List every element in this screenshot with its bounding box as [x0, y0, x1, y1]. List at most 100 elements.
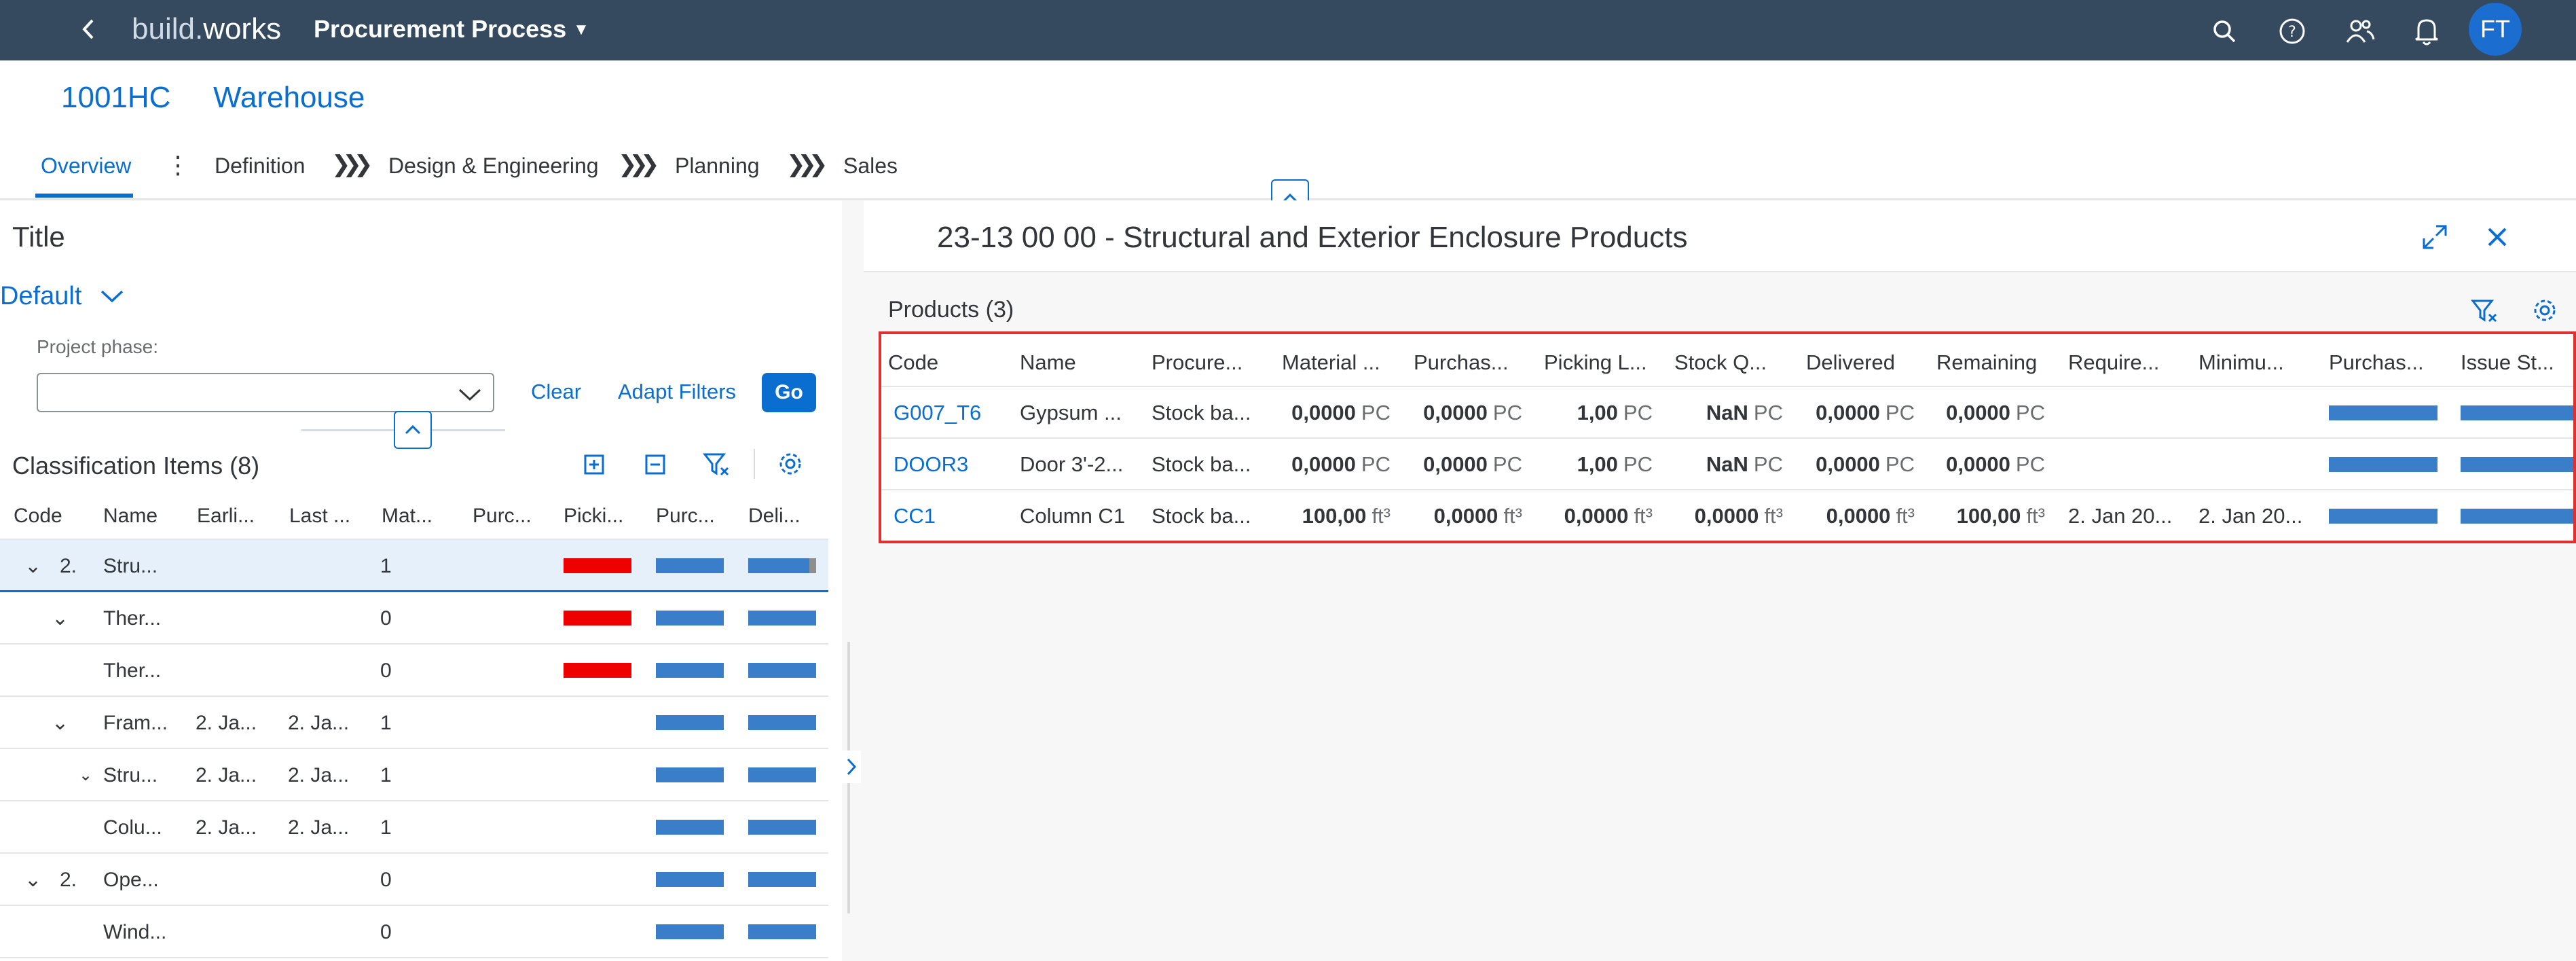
product-delivered: 0,0000 ft³ — [1786, 504, 1915, 528]
column-header-name[interactable]: Name — [1020, 350, 1142, 375]
column-header-code[interactable]: Code — [888, 350, 1004, 375]
product-code[interactable]: DOOR3 — [894, 452, 1009, 477]
close-icon[interactable] — [2484, 223, 2511, 254]
product-purchas-value: 0,0000 — [1433, 504, 1498, 528]
column-header-delivery[interactable]: Deli... — [748, 505, 816, 528]
column-header-last[interactable]: Last ... — [289, 505, 357, 528]
row-material: 0 — [380, 607, 392, 630]
table-row[interactable]: ⌄ Ther... 0 — [0, 592, 828, 645]
expand-chevron-icon[interactable]: ⌄ — [79, 763, 92, 788]
object-name[interactable]: Warehouse — [213, 81, 365, 115]
project-phase-select[interactable] — [37, 373, 494, 412]
table-row[interactable]: Colu... 2. Ja... 2. Ja... 1 — [0, 801, 828, 854]
column-header-minimum[interactable]: Minimu... — [2198, 350, 2321, 375]
table-header: Code Name Earli... Last ... Mat... Purc.… — [0, 496, 828, 540]
column-header-remaining[interactable]: Remaining — [1936, 350, 2059, 375]
product-remaining: 100,00 ft³ — [1916, 504, 2045, 528]
row-material: 0 — [380, 869, 392, 891]
clear-button[interactable]: Clear — [531, 380, 581, 404]
product-delivered: 0,0000 PC — [1786, 452, 1915, 477]
object-id[interactable]: 1001HC — [61, 81, 170, 115]
left-pane: Title Default Project phase: Clear Adapt… — [0, 200, 842, 961]
table-row[interactable]: Ther... 0 — [0, 645, 828, 697]
brand-suffix: works — [203, 12, 282, 46]
go-button[interactable]: Go — [762, 373, 816, 412]
product-unit: PC — [2015, 452, 2045, 476]
table-row[interactable]: ⌄ 2. Stru... 1 — [0, 540, 828, 592]
brand-logo[interactable]: build.works — [132, 12, 281, 46]
expand-all-icon[interactable] — [581, 450, 608, 481]
column-header-code[interactable]: Code — [14, 505, 88, 528]
collapse-filter-button[interactable] — [394, 411, 432, 449]
people-icon[interactable] — [2340, 11, 2380, 52]
app-title-menu[interactable]: Procurement Process ▼ — [314, 12, 589, 47]
settings-icon[interactable] — [2531, 297, 2558, 327]
product-row[interactable]: DOOR3 Door 3'-2... Stock ba... 0,0000 PC 0,00… — [881, 437, 2573, 489]
column-header-material[interactable]: Material ... — [1282, 350, 1404, 375]
table-row[interactable]: ⌄ Fram... 2. Ja... 2. Ja... 1 — [0, 697, 828, 749]
tab-planning[interactable]: Planning — [675, 152, 760, 179]
table-row[interactable]: ⌄ 2. Ope... 0 — [0, 854, 828, 906]
product-picking: 1,00 PC — [1524, 452, 1653, 477]
product-picking: 0,0000 ft³ — [1524, 504, 1653, 528]
product-row[interactable]: CC1 Column C1 Stock ba... 100,00 ft³ 0,0000 ft… — [881, 489, 2573, 541]
row-name: Wind... — [103, 921, 167, 943]
collapse-all-icon[interactable] — [642, 450, 669, 481]
expand-chevron-icon[interactable]: ⌄ — [24, 868, 41, 892]
back-icon[interactable] — [75, 12, 102, 46]
column-header-stock[interactable]: Stock Q... — [1674, 350, 1797, 375]
product-picking: 1,00 PC — [1524, 401, 1653, 425]
chevron-double-right-icon: ❯❯❯ — [618, 151, 660, 177]
avatar[interactable]: FT — [2469, 3, 2522, 56]
column-header-required[interactable]: Require... — [2068, 350, 2190, 375]
column-header-delivered[interactable]: Delivered — [1806, 350, 1928, 375]
more-vertical-icon[interactable]: ⋮ — [166, 151, 190, 179]
product-remaining-value: 100,00 — [1956, 504, 2021, 528]
bell-icon[interactable] — [2406, 11, 2447, 52]
table-row[interactable]: ⌄ Stru... 2. Ja... 2. Ja... 1 — [0, 749, 828, 801]
product-minimum: 2. Jan 20... — [2198, 504, 2303, 528]
column-header-earliest[interactable]: Earli... — [197, 505, 265, 528]
delivery-bar — [748, 611, 816, 625]
delivery-bar-remainder — [809, 558, 816, 573]
tab-sales[interactable]: Sales — [843, 152, 898, 179]
column-header-material[interactable]: Mat... — [382, 505, 449, 528]
column-header-picking[interactable]: Picking L... — [1544, 350, 1666, 375]
column-header-purchase[interactable]: Purchas... — [1414, 350, 1536, 375]
help-icon[interactable]: ? — [2272, 11, 2313, 52]
column-header-purchase-status[interactable]: Purchas... — [2329, 350, 2451, 375]
caret-down-icon: ▼ — [573, 20, 589, 39]
search-icon[interactable] — [2204, 11, 2245, 52]
expand-chevron-icon[interactable]: ⌄ — [52, 606, 69, 631]
product-unit: ft³ — [2026, 504, 2045, 528]
tab-design-engineering[interactable]: Design & Engineering — [388, 152, 599, 179]
delivery-bar — [748, 924, 816, 939]
splitter-chevron-right-icon[interactable] — [842, 750, 861, 783]
product-material-value: 0,0000 — [1291, 452, 1356, 476]
column-header-purchase2[interactable]: Purc... — [656, 505, 724, 528]
adapt-filters-button[interactable]: Adapt Filters — [618, 380, 736, 404]
product-code[interactable]: G007_T6 — [894, 401, 1009, 425]
products-table: Code Name Procure... Material ... Purcha… — [879, 331, 2576, 543]
expand-chevron-icon[interactable]: ⌄ — [24, 554, 41, 579]
column-header-picking[interactable]: Picki... — [564, 505, 631, 528]
pane-splitter[interactable] — [842, 200, 864, 961]
product-row[interactable]: G007_T6 Gypsum ... Stock ba... 0,0000 PC 0,00… — [881, 386, 2573, 437]
clear-filter-icon[interactable] — [702, 450, 729, 481]
table-row[interactable]: Wind... 0 — [0, 906, 828, 958]
tab-overview[interactable]: Overview — [41, 152, 131, 179]
column-header-procurement[interactable]: Procure... — [1152, 350, 1274, 375]
column-header-name[interactable]: Name — [103, 505, 185, 528]
fullscreen-icon[interactable] — [2421, 223, 2448, 254]
column-header-issue-status[interactable]: Issue St... — [2461, 350, 2573, 375]
expand-chevron-icon[interactable]: ⌄ — [52, 711, 69, 736]
detail-header: 23-13 00 00 - Structural and Exterior En… — [864, 200, 2576, 272]
column-header-purchase[interactable]: Purc... — [473, 505, 540, 528]
page-title: Title — [12, 221, 65, 253]
product-code[interactable]: CC1 — [894, 504, 1009, 528]
settings-icon[interactable] — [777, 450, 804, 481]
tab-definition[interactable]: Definition — [215, 152, 305, 179]
clear-filter-icon[interactable] — [2470, 297, 2497, 327]
product-purchas-value: 0,0000 — [1423, 401, 1488, 424]
variant-selector[interactable]: Default — [0, 282, 126, 311]
